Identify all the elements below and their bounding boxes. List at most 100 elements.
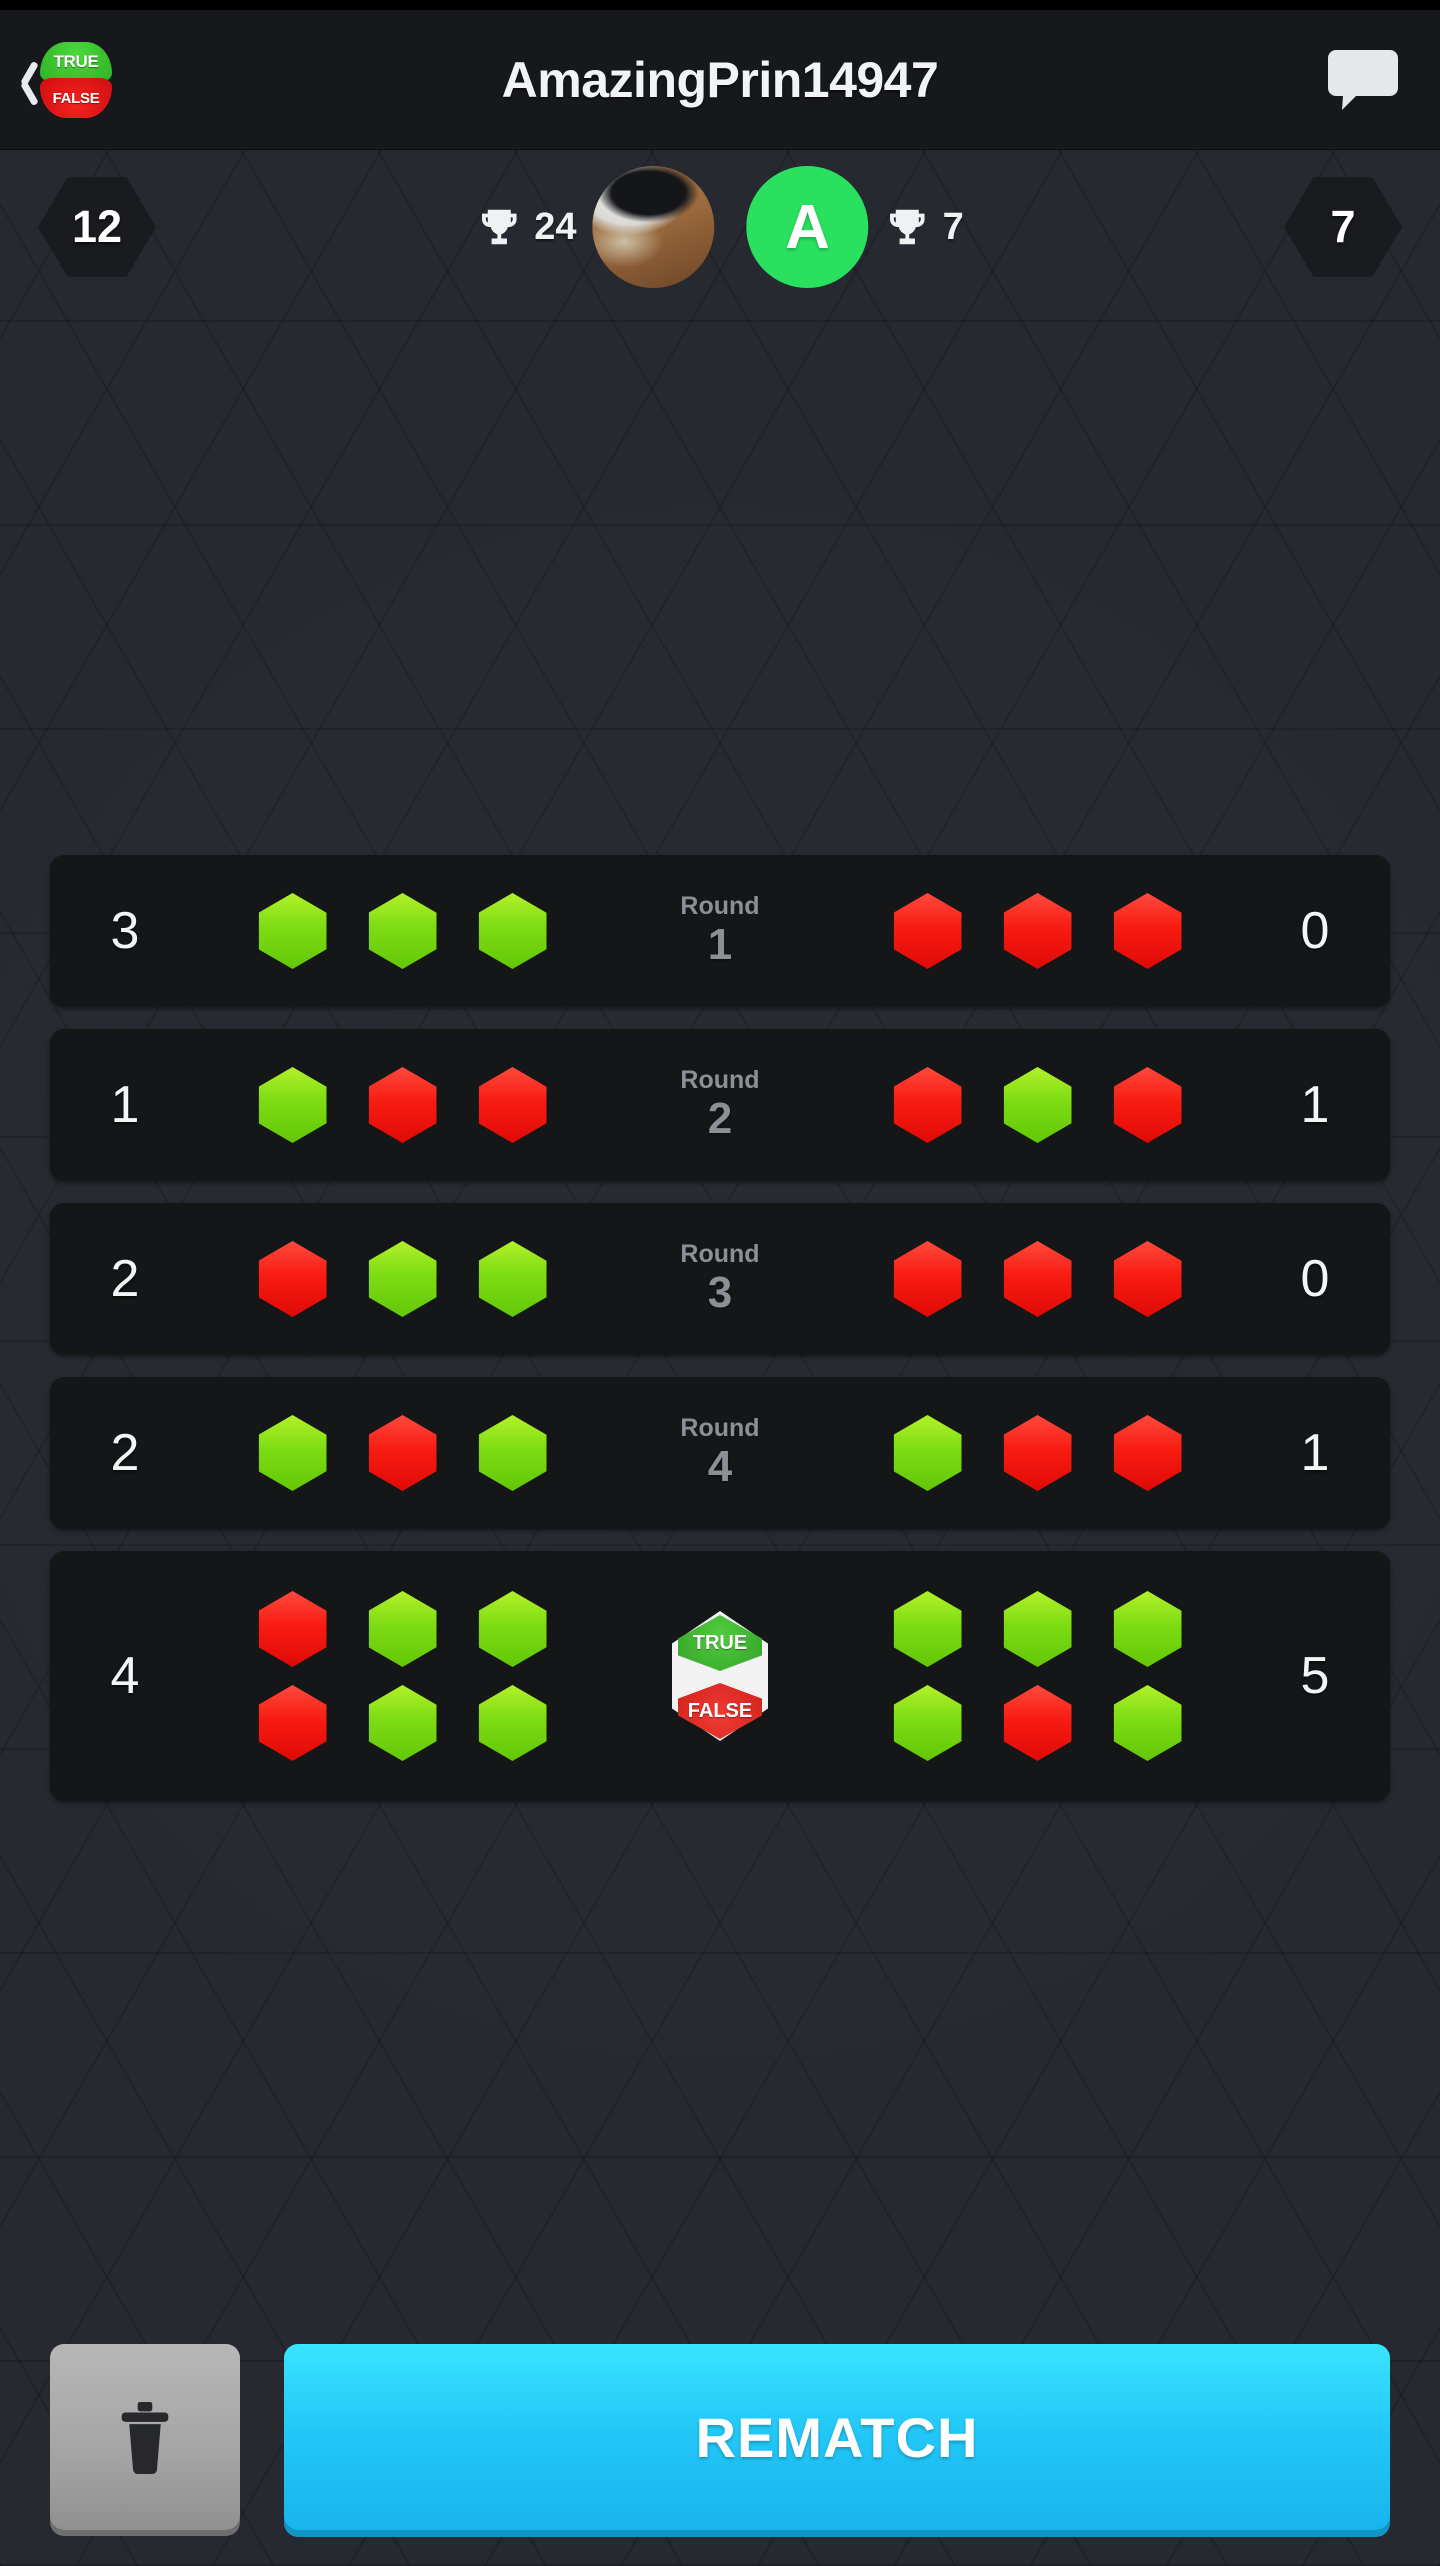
right-player-trophies: 7 [885,204,964,250]
rematch-button[interactable]: REMATCH [284,2344,1390,2530]
round-left-score: 3 [110,902,140,960]
app-logo: TRUE FALSE [40,42,112,118]
player-bar: 12 24 A 7 7 [0,150,1440,310]
round-number: 4 [707,1441,733,1491]
round-right-answers [835,1067,1240,1143]
answer-hex [368,1415,437,1491]
chat-bubble-icon [1328,50,1398,110]
bottom-action-bar: REMATCH [0,2332,1440,2542]
answer-hex [1113,1241,1182,1317]
logo-false-label: FALSE [40,78,112,118]
answer-hex [1113,1685,1182,1761]
answer-hex [1113,1415,1182,1491]
total-left-answers [200,1591,605,1761]
true-false-logo-icon: TRUE FALSE [672,1611,768,1741]
answer-hex [258,1415,327,1491]
answer-hex [1003,1415,1072,1491]
round-center: Round 3 [605,1241,835,1317]
answer-hex [1113,1591,1182,1667]
left-player-trophies: 24 [476,204,577,250]
answer-hex [1003,1685,1072,1761]
round-label: Round [680,1066,760,1095]
answer-hex [893,1591,962,1667]
total-row: 4 TRUE FALSE 5 [50,1551,1390,1801]
answer-hex [1113,1067,1182,1143]
table-row: 3 Round 1 0 [50,855,1390,1007]
right-player-avatar[interactable]: A [746,166,869,288]
status-bar [0,0,1440,10]
right-trophy-count: 7 [942,205,964,248]
page-title: AmazingPrin14947 [501,52,939,108]
round-left-answers [200,893,605,969]
answer-hex [368,1685,437,1761]
chat-button[interactable] [1308,30,1418,130]
chevron-left-icon [16,60,38,100]
answer-hex [1113,893,1182,969]
app-header: TRUE FALSE AmazingPrin14947 [0,10,1440,150]
answer-hex [478,1415,547,1491]
trash-icon [121,2402,169,2475]
round-label: Round [680,1414,760,1443]
answer-hex [478,1685,547,1761]
answer-hex [893,893,962,969]
back-button[interactable]: TRUE FALSE [8,24,138,136]
round-number: 3 [707,1267,733,1317]
answer-hex [258,1067,327,1143]
answer-hex [893,1685,962,1761]
left-score-badge: 12 [38,177,156,277]
trophy-icon [482,209,517,245]
answer-hex [478,893,547,969]
round-right-score: 0 [1300,902,1330,960]
answer-hex [258,1591,327,1667]
total-center-logo: TRUE FALSE [605,1611,835,1741]
players-center-group: 24 A 7 [476,166,964,288]
answer-hex [478,1067,547,1143]
answer-hex [1003,1241,1072,1317]
total-right-answers [835,1591,1240,1761]
answer-hex [258,1241,327,1317]
total-left-score: 4 [110,1647,140,1705]
round-left-answers [200,1241,605,1317]
left-player-avatar[interactable] [592,166,715,288]
rounds-list: 3 Round 1 0 1 Round 2 1 2 Round 3 0 2 Ro… [50,855,1390,1823]
game-results-screen: TRUE FALSE AmazingPrin14947 12 24 A 7 7 … [0,0,1440,2566]
answer-hex [368,893,437,969]
round-left-answers [200,1415,605,1491]
round-right-score: 1 [1300,1076,1330,1134]
left-trophy-count: 24 [534,205,577,248]
answer-hex [258,893,327,969]
logo-true-label: TRUE [40,42,112,82]
delete-button[interactable] [50,2344,240,2530]
round-number: 2 [707,1093,733,1143]
answer-hex [1003,1067,1072,1143]
round-left-score: 1 [110,1076,140,1134]
answer-hex [368,1591,437,1667]
round-right-score: 1 [1300,1424,1330,1482]
table-row: 1 Round 2 1 [50,1029,1390,1181]
round-number: 1 [707,919,733,969]
round-center: Round 4 [605,1415,835,1491]
answer-hex [1003,893,1072,969]
round-label: Round [680,892,760,921]
round-right-answers [835,1415,1240,1491]
round-right-score: 0 [1300,1250,1330,1308]
right-score-badge: 7 [1284,177,1402,277]
round-center: Round 2 [605,1067,835,1143]
answer-hex [478,1591,547,1667]
answer-hex [258,1685,327,1761]
round-label: Round [680,1240,760,1269]
round-right-answers [835,893,1240,969]
table-row: 2 Round 3 0 [50,1203,1390,1355]
trophy-icon [890,209,925,245]
round-left-score: 2 [110,1250,140,1308]
answer-hex [368,1067,437,1143]
answer-hex [893,1067,962,1143]
round-left-answers [200,1067,605,1143]
answer-hex [1003,1591,1072,1667]
total-right-score: 5 [1300,1647,1330,1705]
answer-hex [893,1415,962,1491]
round-center: Round 1 [605,893,835,969]
table-row: 2 Round 4 1 [50,1377,1390,1529]
round-left-score: 2 [110,1424,140,1482]
round-right-answers [835,1241,1240,1317]
